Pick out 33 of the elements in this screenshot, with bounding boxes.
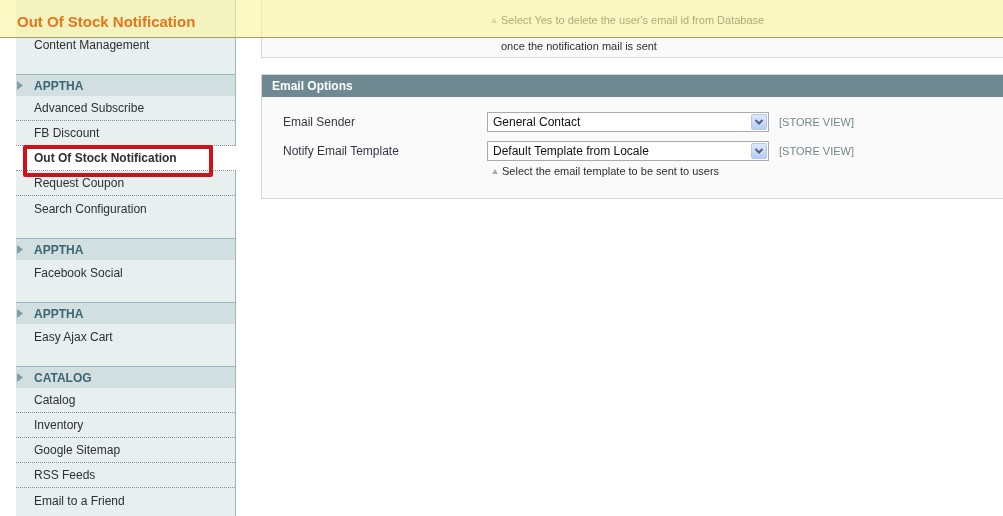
triangle-right-icon — [17, 373, 23, 382]
header-title: Out Of Stock Notification — [17, 13, 196, 30]
field-note: Select the email template to be sent to users — [502, 164, 720, 179]
sidebar-item[interactable]: RSS Feeds — [16, 463, 235, 488]
sidebar-item[interactable]: Content Management — [16, 38, 235, 57]
group-title: CATALOG — [34, 370, 92, 385]
sidebar-item[interactable]: Inventory — [16, 413, 235, 438]
field-label: Email Sender — [283, 114, 356, 131]
sidebar-item[interactable]: Catalog — [16, 388, 235, 413]
group-title: APPTHA — [34, 242, 84, 257]
field-note: Select Yes to delete the user's email id from Database once the notification mail is sent — [501, 13, 766, 54]
select-field[interactable]: General Contact — [487, 112, 769, 132]
triangle-right-icon — [17, 245, 23, 254]
scope-label: [STORE VIEW] — [779, 144, 854, 159]
scope-label: [STORE VIEW] — [779, 115, 854, 130]
sidebar-item[interactable]: Search Configuration — [16, 196, 235, 221]
group-title: APPTHA — [34, 306, 84, 321]
dropdown-chevron-icon — [751, 114, 767, 130]
triangle-icon — [492, 169, 498, 174]
field-label: Notify Email Template — [283, 143, 399, 160]
dropdown-chevron-icon — [751, 143, 767, 159]
sidebar-item[interactable]: Request Coupon — [16, 171, 235, 196]
triangle-right-icon — [17, 309, 23, 318]
sidebar-item[interactable]: Easy Ajax Cart — [16, 324, 235, 349]
triangle-icon — [491, 18, 497, 23]
section-header: Email Options — [262, 75, 1003, 97]
triangle-right-icon — [17, 81, 23, 90]
sidebar-item[interactable]: Facebook Social — [16, 260, 235, 285]
select-field[interactable]: Default Template from Locale — [487, 141, 769, 161]
sidebar-item[interactable]: Google Sitemap — [16, 438, 235, 463]
sidebar-item[interactable]: Advanced Subscribe — [16, 96, 235, 121]
group-title: APPTHA — [34, 78, 84, 93]
sidebar-item[interactable]: Email to a Friend — [16, 488, 235, 513]
